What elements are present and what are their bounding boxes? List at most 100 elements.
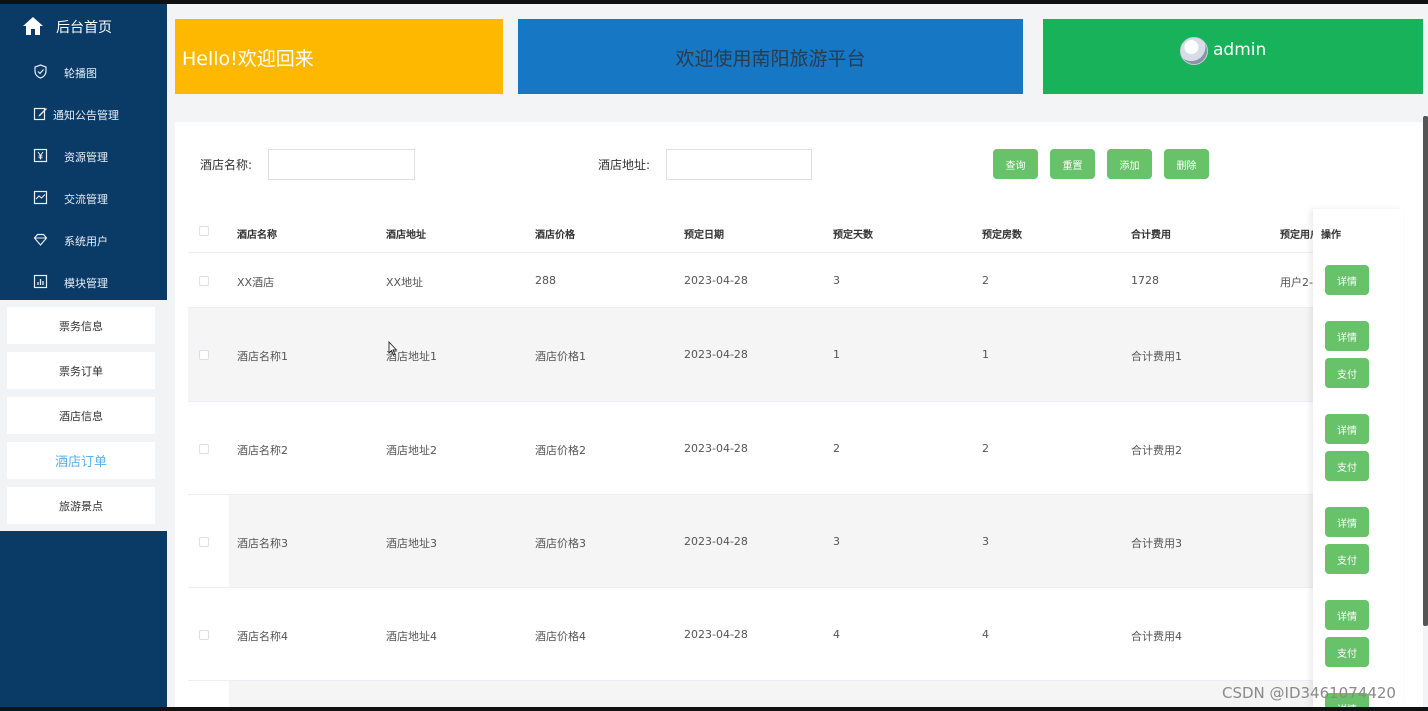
menu-item-carousel[interactable]: 轮播图 — [0, 52, 167, 92]
cell-rooms: 2 — [982, 442, 989, 455]
window-bottom-edge — [0, 707, 1428, 711]
submenu-hotel-orders[interactable]: 酒店订单 — [7, 442, 155, 479]
add-button[interactable]: 添加 — [1107, 149, 1152, 179]
username: admin — [1213, 40, 1267, 60]
cell-rooms: 4 — [982, 628, 989, 641]
column-header: 合计费用 — [1131, 230, 1171, 241]
platform-title: 欢迎使用南阳旅游平台 — [675, 48, 866, 70]
yen-icon — [33, 148, 48, 163]
cell-hotel-price: 酒店价格3 — [535, 537, 586, 550]
cell-booking-date: 2023-04-28 — [684, 535, 748, 548]
watermark: CSDN @ID3461074420 — [1222, 684, 1396, 702]
submenu-hotel-info[interactable]: 酒店信息 — [7, 397, 155, 434]
welcome-card: Hello!欢迎回来 — [175, 19, 503, 94]
row-checkbox[interactable] — [199, 444, 209, 454]
detail-button[interactable]: 详情 — [1325, 600, 1369, 630]
platform-card: 欢迎使用南阳旅游平台 — [518, 19, 1023, 94]
cell-user: 用户2- — [1280, 276, 1313, 289]
cell-total: 合计费用2 — [1131, 444, 1182, 457]
cell-hotel-address: 酒店地址2 — [386, 444, 437, 457]
menu-item-resources[interactable]: 资源管理 — [0, 136, 167, 176]
cell-hotel-address: 酒店地址4 — [386, 630, 437, 643]
column-header: 预定天数 — [833, 230, 873, 241]
hotel-address-input[interactable] — [666, 149, 812, 180]
mouse-cursor-icon — [388, 341, 398, 356]
menu-item-system-users[interactable]: 系统用户 — [0, 220, 167, 260]
page-scrollbar[interactable] — [1423, 116, 1428, 626]
cell-booking-date: 2023-04-28 — [684, 628, 748, 641]
cell-hotel-address: 酒店地址3 — [386, 537, 437, 550]
row-checkbox[interactable] — [199, 276, 209, 286]
detail-button[interactable]: 详情 — [1325, 507, 1369, 537]
column-header: 酒店地址 — [386, 230, 426, 241]
cell-days: 3 — [833, 535, 840, 548]
sidebar: 后台首页 轮播图 通知公告管理 资源管理 交流管理 系统用户 模块管理 票务信息… — [0, 4, 167, 707]
cell-hotel-name: 酒店名称1 — [237, 350, 288, 363]
table-row: 酒店名称2 酒店地址2 酒店价格2 2023-04-28 2 2 合计费用2 — [188, 402, 1403, 495]
cell-days: 2 — [833, 442, 840, 455]
diamond-icon — [33, 233, 48, 246]
menu-label: 通知公告管理 — [53, 109, 119, 122]
cell-hotel-address: XX地址 — [386, 276, 424, 289]
menu-label: 系统用户 — [64, 235, 108, 248]
shield-icon — [34, 64, 47, 79]
pay-button[interactable]: 支付 — [1325, 637, 1369, 667]
operation-column: 操作 详情 详情 支付 详情 支付 详情 支付 详情 支付 详情 — [1313, 209, 1403, 711]
cell-booking-date: 2023-04-28 — [684, 442, 748, 455]
select-all-checkbox[interactable] — [199, 226, 209, 236]
cell-booking-date: 2023-04-28 — [684, 274, 748, 287]
cell-total: 1728 — [1131, 274, 1159, 287]
operation-header: 操作 — [1321, 230, 1341, 241]
home-label: 后台首页 — [56, 20, 112, 36]
column-header: 预定房数 — [982, 230, 1022, 241]
row-checkbox[interactable] — [199, 537, 209, 547]
cell-hotel-price: 酒店价格2 — [535, 444, 586, 457]
main-panel: 酒店名称: 酒店地址: 查询 重置 添加 删除 酒店名称 酒店地址 酒店价格 预… — [175, 122, 1423, 711]
pay-button[interactable]: 支付 — [1325, 544, 1369, 574]
cell-hotel-price: 288 — [535, 274, 556, 287]
avatar[interactable] — [1180, 37, 1208, 65]
table-row — [188, 681, 1403, 707]
cell-total: 合计费用4 — [1131, 630, 1182, 643]
user-card[interactable]: admin — [1043, 19, 1423, 94]
hotel-address-label: 酒店地址: — [598, 158, 651, 172]
detail-button[interactable]: 详情 — [1325, 321, 1369, 351]
submenu-ticket-orders[interactable]: 票务订单 — [7, 352, 155, 389]
pay-button[interactable]: 支付 — [1325, 358, 1369, 388]
table-row: XX酒店 XX地址 288 2023-04-28 3 2 1728 用户2- — [188, 253, 1403, 308]
menu-label: 模块管理 — [64, 277, 108, 290]
delete-button[interactable]: 删除 — [1164, 149, 1209, 179]
cell-hotel-price: 酒店价格4 — [535, 630, 586, 643]
detail-button[interactable]: 详情 — [1325, 265, 1369, 295]
home-link[interactable]: 后台首页 — [0, 4, 167, 48]
table-row: 酒店名称4 酒店地址4 酒店价格4 2023-04-28 4 4 合计费用4 — [188, 588, 1403, 681]
menu-item-notice[interactable]: 通知公告管理 — [0, 94, 167, 134]
cell-days: 3 — [833, 274, 840, 287]
cell-hotel-name: 酒店名称3 — [237, 537, 288, 550]
reset-button[interactable]: 重置 — [1050, 149, 1095, 179]
hotel-name-input[interactable] — [268, 149, 415, 180]
cell-hotel-name: 酒店名称2 — [237, 444, 288, 457]
cell-total: 合计费用3 — [1131, 537, 1182, 550]
table-header: 酒店名称 酒店地址 酒店价格 预定日期 预定天数 预定房数 合计费用 预定用户 — [188, 212, 1403, 253]
cell-booking-date: 2023-04-28 — [684, 348, 748, 361]
menu-label: 交流管理 — [64, 193, 108, 206]
window-top-edge — [0, 0, 1428, 4]
column-header: 预定日期 — [684, 230, 724, 241]
cell-rooms: 1 — [982, 348, 989, 361]
welcome-text: Hello!欢迎回来 — [182, 48, 314, 70]
table-row: 酒店名称3 酒店地址3 酒店价格3 2023-04-28 3 3 合计费用3 — [188, 495, 1403, 588]
row-checkbox[interactable] — [199, 630, 209, 640]
detail-button[interactable]: 详情 — [1325, 414, 1369, 444]
row-checkbox[interactable] — [199, 350, 209, 360]
cell-rooms: 2 — [982, 274, 989, 287]
menu-item-exchange[interactable]: 交流管理 — [0, 178, 167, 218]
submenu-ticket-info[interactable]: 票务信息 — [7, 307, 155, 344]
cell-total: 合计费用1 — [1131, 350, 1182, 363]
orders-table: 酒店名称 酒店地址 酒店价格 预定日期 预定天数 预定房数 合计费用 预定用户 … — [188, 212, 1403, 707]
query-button[interactable]: 查询 — [993, 149, 1038, 179]
submenu-scenic-spots[interactable]: 旅游景点 — [7, 487, 155, 524]
home-icon — [23, 17, 43, 35]
menu-item-modules[interactable]: 模块管理 — [0, 262, 167, 302]
pay-button[interactable]: 支付 — [1325, 451, 1369, 481]
